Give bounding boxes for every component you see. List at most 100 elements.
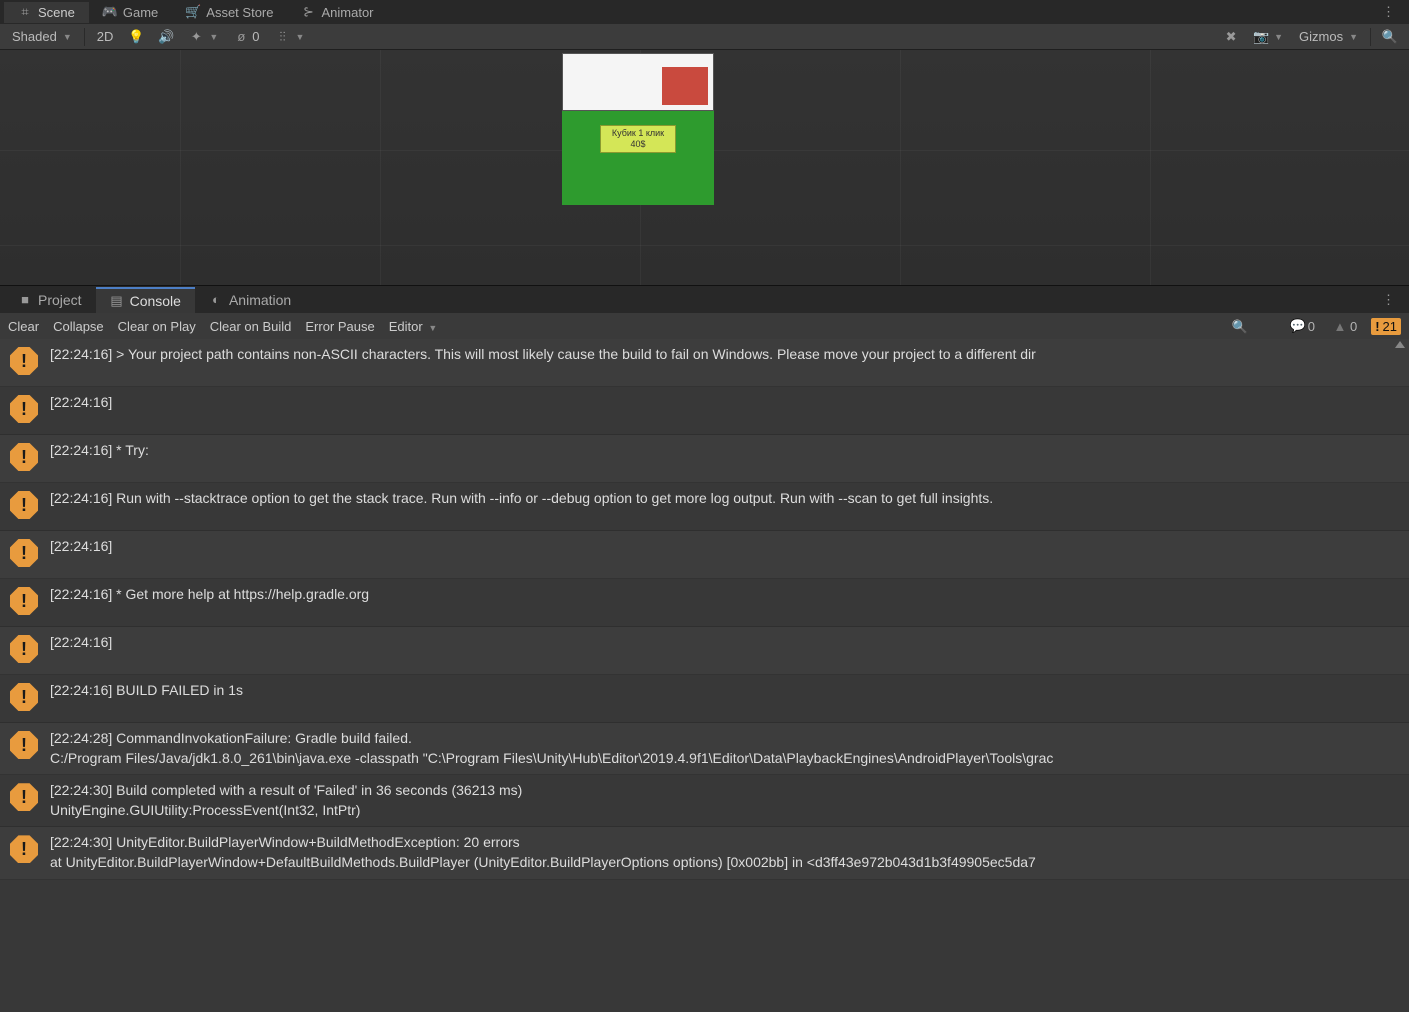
- animator-icon: ⊱: [301, 5, 315, 19]
- tab-menu-button[interactable]: ⋮: [1372, 4, 1405, 20]
- hidden-objects[interactable]: ø0: [228, 27, 265, 46]
- grid-line: [1150, 50, 1151, 285]
- warning-count-toggle[interactable]: ▲ 0: [1329, 318, 1361, 335]
- clear-button[interactable]: Clear: [8, 319, 39, 334]
- error-icon: !: [10, 635, 40, 665]
- console-row[interactable]: ! [22:24:16]: [0, 531, 1409, 579]
- console-message-text: [22:24:30] UnityEditor.BuildPlayerWindow…: [50, 833, 1036, 872]
- grid-snap-icon: ⫶⫶: [276, 30, 290, 44]
- console-message-text: [22:24:16] Run with --stacktrace option …: [50, 489, 993, 509]
- warning-icon: ▲: [1333, 319, 1347, 333]
- collapse-toggle[interactable]: Collapse: [53, 319, 104, 334]
- gamepad-icon: 🎮: [103, 5, 117, 19]
- cart-icon: 🛒: [186, 5, 200, 19]
- error-icon: !: [10, 683, 40, 713]
- error-icon: !: [10, 539, 40, 569]
- info-count-toggle[interactable]: 💬 0: [1287, 318, 1319, 335]
- obj-price-label: Кубик 1 клик 40$: [600, 125, 676, 153]
- console-message-text: [22:24:16]: [50, 633, 112, 653]
- tools-button[interactable]: ✖: [1218, 28, 1244, 46]
- chevron-down-icon: ▼: [1274, 32, 1283, 42]
- clock-icon: ◐: [209, 293, 223, 307]
- lower-panel-tabs: ■ Project ▤ Console ◐ Animation ⋮: [0, 285, 1409, 313]
- grid-line: [380, 50, 381, 285]
- error-icon: !: [1375, 319, 1379, 334]
- chevron-down-icon: ▼: [63, 32, 72, 42]
- tab-game[interactable]: 🎮 Game: [89, 2, 172, 23]
- tab-label: Asset Store: [206, 5, 273, 20]
- console-row[interactable]: ! [22:24:16] > Your project path contains…: [0, 339, 1409, 387]
- console-message-text: [22:24:16]: [50, 537, 112, 557]
- editor-dropdown[interactable]: Editor ▼: [389, 319, 438, 334]
- error-icon: !: [10, 491, 40, 521]
- shading-label: Shaded: [12, 29, 57, 44]
- error-icon: !: [10, 395, 40, 425]
- console-row[interactable]: ![22:24:16] * Get more help at https://h…: [0, 579, 1409, 627]
- tab-animation[interactable]: ◐ Animation: [195, 288, 305, 312]
- grid-dropdown[interactable]: ⫶⫶ ▼: [270, 28, 311, 46]
- console-message-text: [22:24:28] CommandInvokationFailure: Gra…: [50, 729, 1053, 768]
- console-message-text: [22:24:30] Build completed with a result…: [50, 781, 522, 820]
- tab-project[interactable]: ■ Project: [4, 288, 96, 312]
- separator: [84, 28, 85, 46]
- camera-icon: 📷: [1254, 30, 1268, 44]
- console-row[interactable]: ![22:24:16]: [0, 387, 1409, 435]
- console-row[interactable]: ! [22:24:30] Build completed with a resul…: [0, 775, 1409, 827]
- error-icon: !: [10, 587, 40, 617]
- error-icon: !: [10, 731, 40, 761]
- obj-red-block: [662, 67, 708, 105]
- console-message-text: [22:24:16] > Your project path contains …: [50, 345, 1036, 365]
- grid-line: [900, 50, 901, 285]
- tab-asset-store[interactable]: 🛒 Asset Store: [172, 2, 287, 23]
- scene-gameobject[interactable]: Кубик 1 клик 40$: [562, 53, 714, 205]
- tab-label: Scene: [38, 5, 75, 20]
- camera-dropdown[interactable]: 📷▼: [1248, 28, 1289, 46]
- clear-on-play-toggle[interactable]: Clear on Play: [118, 319, 196, 334]
- speaker-icon: 🔊: [159, 30, 173, 44]
- chevron-down-icon: ▼: [296, 32, 305, 42]
- tab-console[interactable]: ▤ Console: [96, 287, 195, 313]
- tab-label: Game: [123, 5, 158, 20]
- fx-dropdown[interactable]: ✦▼: [183, 28, 224, 46]
- clear-on-build-toggle[interactable]: Clear on Build: [210, 319, 292, 334]
- shading-dropdown[interactable]: Shaded ▼: [6, 27, 78, 46]
- scene-viewport[interactable]: Кубик 1 клик 40$: [0, 50, 1409, 285]
- error-icon: !: [10, 835, 40, 865]
- folder-icon: ■: [18, 293, 32, 307]
- console-row[interactable]: ! [22:24:16]: [0, 627, 1409, 675]
- error-icon: !: [10, 783, 40, 813]
- tab-animator[interactable]: ⊱ Animator: [287, 2, 387, 23]
- scene-search[interactable]: 🔍: [1377, 28, 1403, 46]
- console-message-text: [22:24:16] BUILD FAILED in 1s: [50, 681, 243, 701]
- error-count-toggle[interactable]: ! 21: [1371, 318, 1401, 335]
- tab-scene[interactable]: ⌗ Scene: [4, 2, 89, 23]
- scene-view-tabs: ⌗ Scene 🎮 Game 🛒 Asset Store ⊱ Animator …: [0, 0, 1409, 24]
- warning-count: 0: [1350, 319, 1357, 334]
- info-icon: 💬: [1291, 319, 1305, 333]
- lighting-toggle[interactable]: 💡: [123, 28, 149, 46]
- gizmos-dropdown[interactable]: Gizmos ▼: [1293, 27, 1364, 46]
- tab-label: Console: [130, 293, 181, 309]
- error-pause-toggle[interactable]: Error Pause: [305, 319, 374, 334]
- console-icon: ▤: [110, 294, 124, 308]
- error-icon: !: [10, 347, 40, 377]
- console-row[interactable]: ![22:24:16] * Try:: [0, 435, 1409, 483]
- info-count: 0: [1308, 319, 1315, 334]
- scroll-up-arrow[interactable]: [1395, 341, 1405, 348]
- separator: [1370, 28, 1371, 46]
- console-toolbar: Clear Collapse Clear on Play Clear on Bu…: [0, 313, 1409, 339]
- 2d-toggle[interactable]: 2D: [91, 27, 120, 46]
- console-row[interactable]: ! [22:24:16] BUILD FAILED in 1s: [0, 675, 1409, 723]
- console-search[interactable]: 🔍: [1213, 319, 1267, 334]
- audio-toggle[interactable]: 🔊: [153, 28, 179, 46]
- chevron-down-icon: ▼: [209, 32, 218, 42]
- console-message-list[interactable]: ! [22:24:16] > Your project path contains…: [0, 339, 1409, 1008]
- tab-label: Animator: [321, 5, 373, 20]
- grid-line: [0, 245, 1409, 246]
- console-row[interactable]: ! [22:24:28] CommandInvokationFailure: Gr…: [0, 723, 1409, 775]
- console-row[interactable]: ! [22:24:16] Run with --stacktrace option…: [0, 483, 1409, 531]
- eye-off-icon: ø: [234, 30, 248, 44]
- console-row[interactable]: ! [22:24:30] UnityEditor.BuildPlayerWindo…: [0, 827, 1409, 879]
- gizmos-label: Gizmos: [1299, 29, 1343, 44]
- panel-menu-button[interactable]: ⋮: [1372, 292, 1405, 308]
